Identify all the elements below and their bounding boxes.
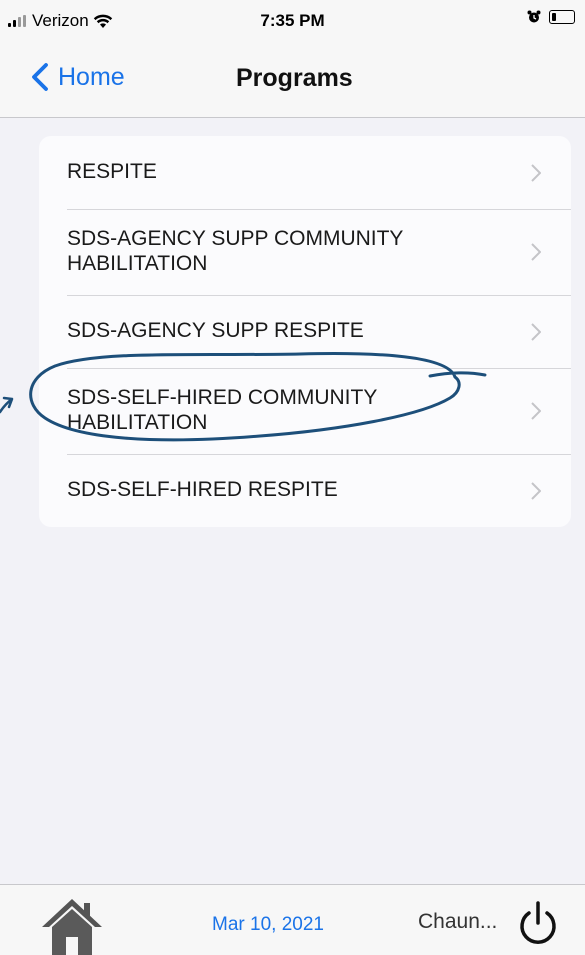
user-name-label[interactable]: Chaun... [418, 910, 497, 934]
program-row-sds-self-hired-community[interactable]: SDS-SELF-HIRED COMMUNITY HABILITATION [39, 368, 571, 454]
programs-list: RESPITE SDS-AGENCY SUPP COMMUNITY HABILI… [39, 136, 571, 527]
back-button[interactable]: Home [26, 62, 125, 92]
nav-bar: Home Programs [0, 38, 585, 118]
battery-icon [549, 10, 575, 24]
chevron-right-icon [531, 163, 541, 182]
program-row-sds-agency-respite[interactable]: SDS-AGENCY SUPP RESPITE [39, 295, 571, 368]
status-bar: Verizon 7:35 PM [0, 0, 585, 38]
chevron-left-icon [32, 63, 48, 91]
program-label: RESPITE [67, 160, 157, 184]
program-row-sds-self-hired-respite[interactable]: SDS-SELF-HIRED RESPITE [39, 454, 571, 527]
chevron-right-icon [531, 322, 541, 341]
program-label: SDS-SELF-HIRED RESPITE [67, 478, 338, 502]
chevron-right-icon [531, 243, 541, 261]
home-icon[interactable] [40, 895, 104, 955]
date-label: Mar 10, 2021 [212, 914, 324, 935]
chevron-right-icon [531, 481, 541, 500]
status-time: 7:35 PM [260, 11, 325, 30]
status-right-icons [527, 10, 575, 24]
program-label: SDS-AGENCY SUPP RESPITE [67, 319, 364, 343]
program-row-sds-agency-community[interactable]: SDS-AGENCY SUPP COMMUNITY HABILITATION [39, 209, 571, 295]
program-label: SDS-AGENCY SUPP COMMUNITY HABILITATION [67, 227, 404, 275]
page-title: Programs [236, 64, 353, 92]
program-label: SDS-SELF-HIRED COMMUNITY HABILITATION [67, 386, 378, 434]
power-icon[interactable] [516, 901, 560, 947]
bottom-toolbar: Mar 10, 2021 Chaun... [0, 884, 585, 955]
back-button-label: Home [58, 62, 125, 91]
alarm-icon [527, 10, 541, 23]
content-area: RESPITE SDS-AGENCY SUPP COMMUNITY HABILI… [0, 118, 585, 884]
chevron-right-icon [531, 402, 541, 420]
program-row-respite[interactable]: RESPITE [39, 136, 571, 209]
